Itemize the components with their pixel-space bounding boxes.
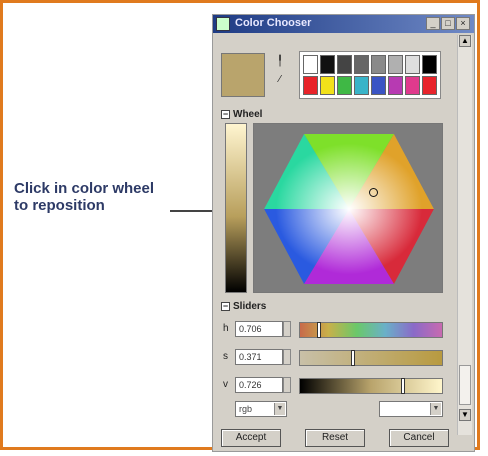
scroll-thumb[interactable]: [459, 365, 471, 405]
palette-swatch[interactable]: [405, 55, 420, 74]
palette-swatch[interactable]: [422, 55, 437, 74]
saturation-slider[interactable]: [299, 350, 443, 366]
minimize-button[interactable]: _: [426, 17, 440, 30]
slider-thumb[interactable]: [400, 378, 405, 394]
collapse-toggle-icon[interactable]: −: [221, 301, 230, 311]
accept-button[interactable]: Accept: [221, 429, 281, 447]
palette-swatch[interactable]: [422, 76, 437, 95]
slider-thumb[interactable]: [316, 322, 321, 338]
palette-swatch[interactable]: [388, 76, 403, 95]
chevron-down-icon[interactable]: ▼: [274, 403, 285, 415]
hue-slider[interactable]: [299, 322, 443, 338]
color-wheel-hexagon[interactable]: [254, 124, 443, 293]
title-bar[interactable]: Color Chooser _ □ ×: [213, 15, 474, 33]
slider-row-s: s 0.371: [223, 347, 448, 369]
slider-label: h: [223, 323, 229, 334]
callout-line-1: Click in color wheel: [14, 180, 155, 197]
slider-row-h: h 0.706: [223, 319, 448, 341]
color-chooser-window: Color Chooser _ □ × ▲ ▼ ╿ ⁄ − Wheel − Sl…: [212, 14, 475, 452]
color-model-value: rgb: [239, 404, 253, 414]
spinner-icon[interactable]: [283, 377, 291, 393]
scroll-up-icon[interactable]: ▲: [459, 35, 471, 47]
palette-swatch[interactable]: [405, 76, 420, 95]
palette-swatch[interactable]: [303, 76, 318, 95]
window-title: Color Chooser: [235, 17, 312, 29]
slider-value-input[interactable]: 0.371: [235, 349, 283, 365]
format-select[interactable]: ▼: [379, 401, 443, 417]
palette-swatch[interactable]: [388, 55, 403, 74]
wheel-section-label: Wheel: [233, 109, 263, 120]
spinner-icon[interactable]: [283, 321, 291, 337]
maximize-button[interactable]: □: [441, 17, 455, 30]
slider-thumb[interactable]: [351, 350, 356, 366]
value-slider[interactable]: [299, 378, 443, 394]
palette-swatch[interactable]: [320, 76, 335, 95]
palette-swatch[interactable]: [371, 55, 386, 74]
sliders-section-label: Sliders: [233, 301, 267, 312]
slider-row-v: v 0.726: [223, 375, 448, 397]
slider-label: v: [223, 379, 228, 390]
eyedropper-icon[interactable]: ╿: [273, 55, 287, 69]
spinner-icon[interactable]: [283, 349, 291, 365]
palette-swatch[interactable]: [354, 76, 369, 95]
callout-line-2: to reposition: [14, 197, 105, 214]
slider-value-input[interactable]: 0.726: [235, 377, 283, 393]
palette-swatch[interactable]: [337, 55, 352, 74]
collapse-toggle-icon[interactable]: −: [221, 109, 230, 119]
instruction-callout: Click in color wheel to reposition: [14, 180, 154, 214]
scroll-down-icon[interactable]: ▼: [459, 409, 471, 421]
color-wheel[interactable]: [253, 123, 443, 293]
palette-swatch[interactable]: [337, 76, 352, 95]
app-icon: [216, 17, 230, 31]
sliders-section-header[interactable]: − Sliders: [221, 301, 266, 312]
slider-label: s: [223, 351, 228, 362]
slider-value-input[interactable]: 0.706: [235, 321, 283, 337]
wheel-section-header[interactable]: − Wheel: [221, 109, 262, 120]
vertical-scrollbar[interactable]: ▲ ▼: [457, 35, 472, 435]
color-model-select[interactable]: rgb ▼: [235, 401, 287, 417]
palette-swatch[interactable]: [354, 55, 369, 74]
current-color-swatch: [221, 53, 265, 97]
palette-swatch[interactable]: [303, 55, 318, 74]
color-palette: [299, 51, 441, 99]
palette-swatch[interactable]: [320, 55, 335, 74]
cancel-button[interactable]: Cancel: [389, 429, 449, 447]
palette-swatch[interactable]: [371, 76, 386, 95]
chevron-down-icon[interactable]: ▼: [430, 403, 441, 415]
close-button[interactable]: ×: [456, 17, 470, 30]
value-strip[interactable]: [225, 123, 247, 293]
pipette-icon[interactable]: ⁄: [273, 73, 287, 87]
reset-button[interactable]: Reset: [305, 429, 365, 447]
wheel-cursor-icon[interactable]: [369, 188, 378, 197]
